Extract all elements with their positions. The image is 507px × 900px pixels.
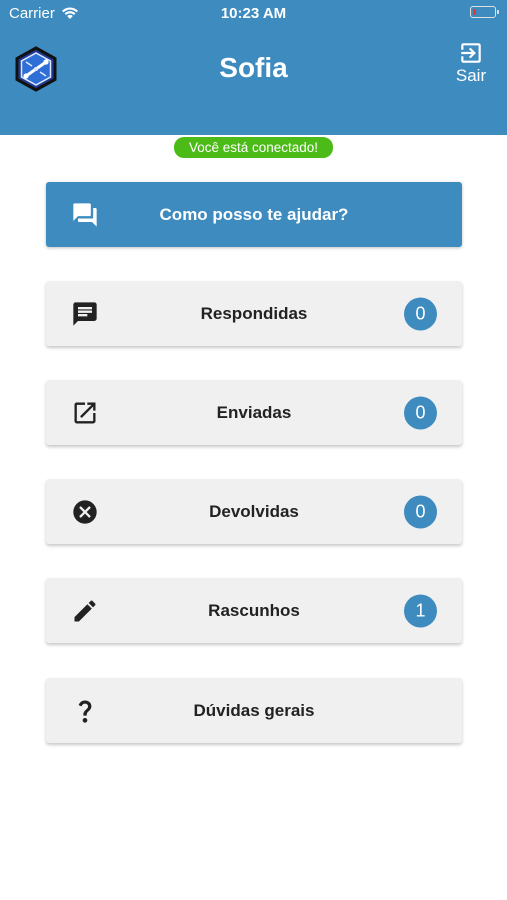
- help-button[interactable]: Como posso te ajudar?: [46, 182, 462, 247]
- page-title: Sofia: [219, 52, 288, 83]
- menu-item-label: Rascunhos: [208, 600, 300, 620]
- menu-item-rascunhos[interactable]: Rascunhos 1: [46, 578, 462, 643]
- menu-item-label: Respondidas: [200, 303, 308, 323]
- connection-status-badge: Você está conectado!: [174, 137, 333, 158]
- count-badge: 0: [404, 495, 437, 528]
- menu-item-label: Devolvidas: [209, 501, 299, 521]
- help-button-label: Como posso te ajudar?: [159, 204, 349, 224]
- menu-item-duvidas-gerais[interactable]: Dúvidas gerais: [46, 678, 462, 743]
- menu-item-respondidas[interactable]: Respondidas 0: [46, 281, 462, 346]
- count-badge: 0: [404, 297, 437, 330]
- logout-label: Sair: [455, 66, 487, 85]
- menu-item-enviadas[interactable]: Enviadas 0: [46, 380, 462, 445]
- exit-icon: [448, 40, 494, 66]
- count-badge: 0: [404, 396, 437, 429]
- menu-item-label: Dúvidas gerais: [193, 700, 315, 720]
- logout-button[interactable]: Sair: [448, 40, 494, 90]
- battery-icon: [470, 6, 499, 18]
- count-badge: 1: [404, 594, 437, 627]
- menu-item-label: Enviadas: [216, 402, 292, 422]
- menu-item-devolvidas[interactable]: Devolvidas 0: [46, 479, 462, 544]
- status-bar: Carrier 10:23 AM: [0, 0, 507, 28]
- app-header: Carrier 10:23 AM Sofia Sair: [0, 0, 507, 135]
- clock: 10:23 AM: [220, 5, 287, 22]
